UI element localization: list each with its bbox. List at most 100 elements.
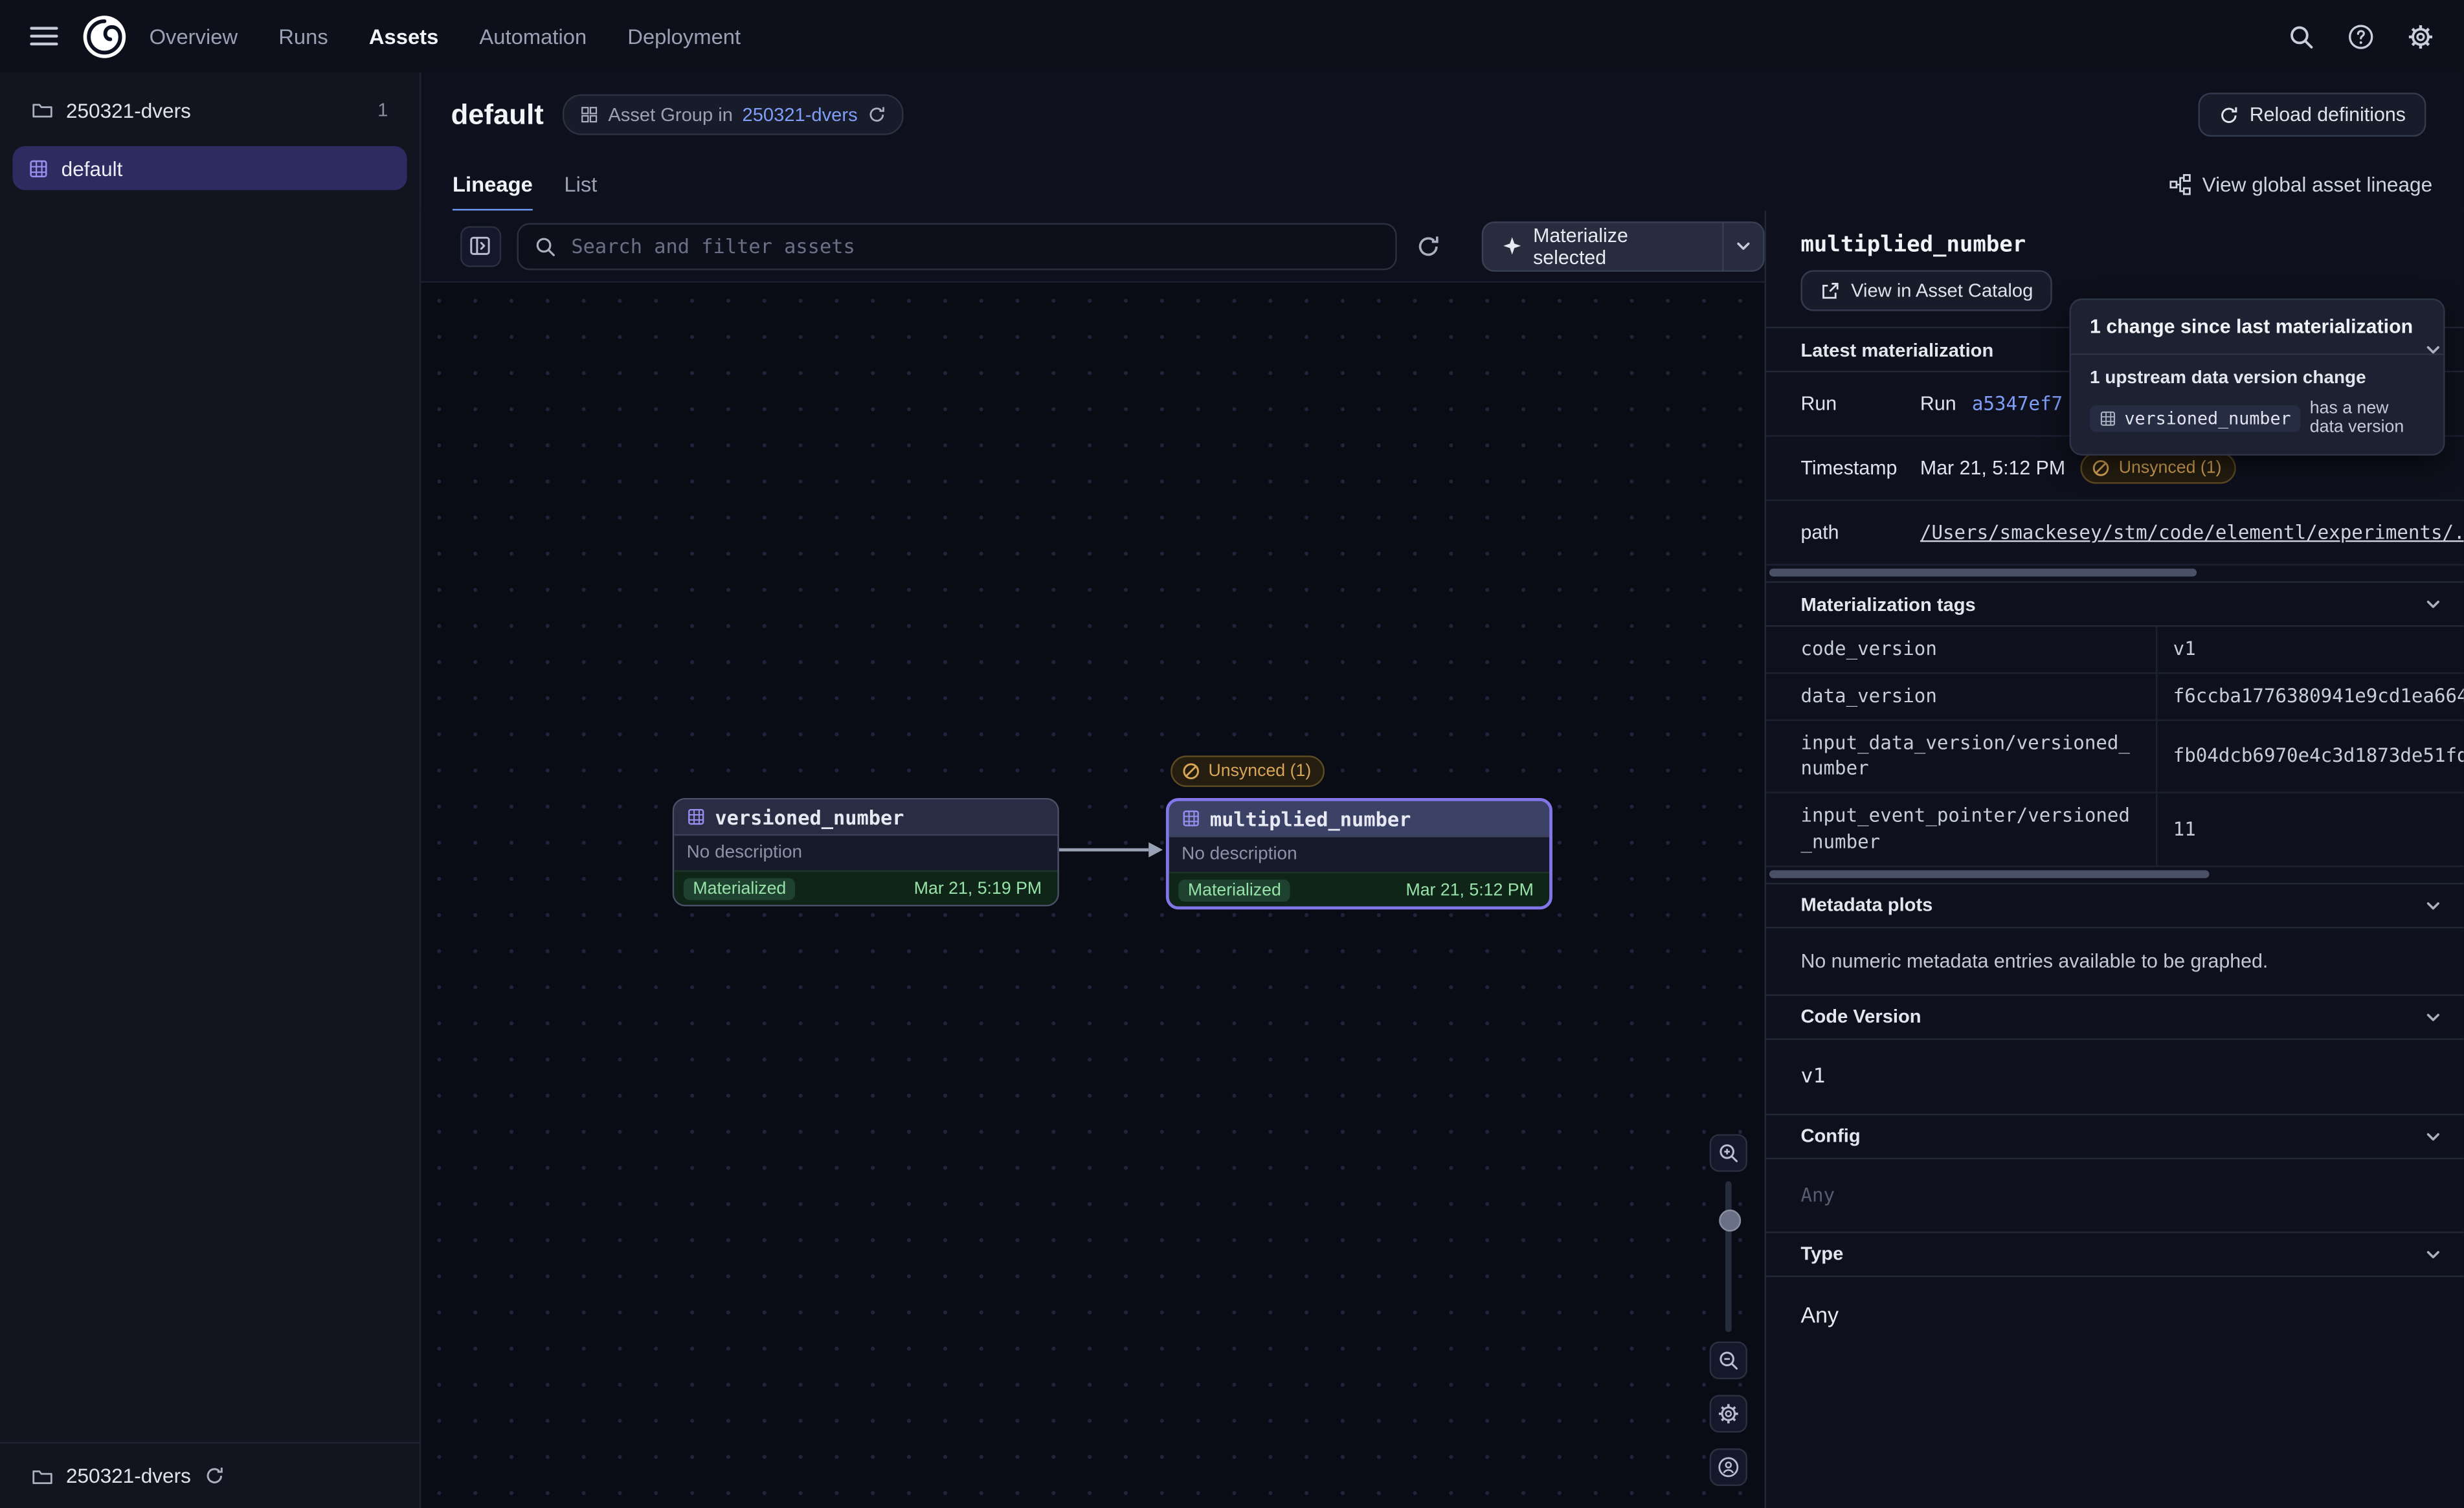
- recenter-button[interactable]: [1710, 1448, 1747, 1486]
- graph-settings-button[interactable]: [1710, 1395, 1747, 1432]
- section-config[interactable]: Config: [1766, 1113, 2464, 1159]
- content-body: Materialize selected: [421, 210, 2463, 1508]
- materialize-dropdown-button[interactable]: [1721, 222, 1763, 269]
- main-content: default Asset Group in 250321-dvers: [421, 72, 2463, 1508]
- materialization-path-link[interactable]: /Users/smackesey/stm/code/elementl/exper…: [1920, 522, 2464, 544]
- materialize-selected-button: Materialize selected: [1482, 221, 1765, 271]
- chevron-down-icon[interactable]: [2425, 1245, 2442, 1263]
- horizontal-scrollbar[interactable]: [1766, 870, 2464, 878]
- folder-icon: [32, 99, 54, 121]
- chevron-down-icon[interactable]: [2425, 1008, 2442, 1026]
- materialization-tags-table: code_version v1 data_version f6ccba17763…: [1766, 626, 2464, 867]
- materialize-icon: [1502, 236, 1522, 256]
- asset-search-input[interactable]: [568, 232, 1380, 259]
- sidebar-item-label: default: [62, 156, 123, 179]
- tab-lineage[interactable]: Lineage: [453, 157, 533, 211]
- chevron-down-icon[interactable]: [2425, 1127, 2442, 1145]
- scrollbar-thumb[interactable]: [1769, 569, 2197, 577]
- section-type[interactable]: Type: [1766, 1231, 2464, 1276]
- sidebar-item-default[interactable]: default: [12, 146, 407, 190]
- sidebar-group-label: 250321-dvers: [66, 98, 191, 122]
- materialized-chip: Materialized: [1178, 879, 1290, 901]
- asset-chip[interactable]: versioned_number: [2090, 405, 2300, 431]
- help-button[interactable]: [2338, 14, 2382, 58]
- folder-icon: [32, 1465, 54, 1487]
- view-tabs: Lineage List View global asset lineage: [421, 157, 2463, 212]
- scrollbar-thumb[interactable]: [1769, 870, 2210, 878]
- zoom-in-button[interactable]: [1710, 1134, 1747, 1171]
- asset-group-badge[interactable]: Asset Group in 250321-dvers: [563, 94, 903, 135]
- section-metadata-plots[interactable]: Metadata plots: [1766, 882, 2464, 927]
- zoom-slider-track: [1725, 1181, 1732, 1332]
- asset-group-badge-link[interactable]: 250321-dvers: [743, 104, 858, 126]
- circle-slash-icon: [2092, 459, 2111, 478]
- popup-subtitle: 1 upstream data version change: [2071, 355, 2443, 396]
- nav-utility-buttons: [2278, 14, 2441, 58]
- tab-list[interactable]: List: [564, 157, 597, 211]
- section-materialization-tags[interactable]: Materialization tags: [1766, 581, 2464, 626]
- dagster-logo-icon[interactable]: [82, 14, 127, 59]
- asset-group-badge-prefix: Asset Group in: [608, 104, 733, 126]
- asset-node-multiplied-number[interactable]: multiplied_number No description Materia…: [1166, 798, 1552, 909]
- popup-change-item: versioned_number has a new data version: [2071, 396, 2443, 454]
- reload-definitions-button[interactable]: Reload definitions: [2198, 93, 2426, 137]
- asset-node-header: multiplied_number: [1169, 801, 1549, 837]
- view-global-asset-lineage-link[interactable]: View global asset lineage: [2167, 157, 2432, 211]
- hamburger-icon: [30, 25, 58, 47]
- asset-node-description: No description: [1169, 837, 1549, 872]
- asset-detail-panel: multiplied_number View in Asset Catalog …: [1765, 210, 2464, 1508]
- tag-value: v1: [2156, 626, 2464, 673]
- chevron-down-icon[interactable]: [2425, 595, 2442, 613]
- gear-icon: [1718, 1403, 1740, 1425]
- type-value: Any: [1800, 1302, 2429, 1327]
- refresh-icon: [2218, 104, 2239, 125]
- horizontal-scrollbar[interactable]: [1766, 569, 2464, 577]
- zoom-slider[interactable]: [1710, 1181, 1747, 1332]
- refresh-icon[interactable]: [867, 105, 886, 124]
- nav-runs[interactable]: Runs: [278, 25, 328, 48]
- external-link-icon: [1820, 280, 1841, 301]
- tag-value: fb04dcb6970e4c3d1873de51fd5a5: [2156, 720, 2464, 793]
- zoom-slider-thumb[interactable]: [1719, 1210, 1741, 1232]
- asset-node-status-row: Materialized Mar 21, 5:19 PM: [674, 870, 1057, 905]
- gear-icon: [2406, 23, 2433, 49]
- section-code-version[interactable]: Code Version: [1766, 994, 2464, 1039]
- zoom-in-icon: [1718, 1142, 1740, 1164]
- global-search-button[interactable]: [2278, 14, 2322, 58]
- refresh-icon[interactable]: [203, 1465, 224, 1486]
- view-in-asset-catalog-button[interactable]: View in Asset Catalog: [1800, 270, 2052, 311]
- latest-path-row: path /Users/smackesey/stm/code/elementl/…: [1766, 501, 2464, 566]
- sidebar-group-count: 1: [377, 99, 388, 121]
- top-navigation: Overview Runs Assets Automation Deployme…: [0, 0, 2464, 72]
- lineage-canvas[interactable]: Unsynced (1) versioned_number: [421, 283, 1764, 1508]
- asset-search-box: [516, 222, 1396, 269]
- run-id-link[interactable]: a5347ef7: [1972, 393, 2063, 415]
- tag-value: f6ccba1776380941e9cd1ea66481d: [2156, 674, 2464, 720]
- settings-button[interactable]: [2398, 14, 2442, 58]
- zoom-controls: [1710, 1134, 1747, 1486]
- chevron-down-icon[interactable]: [2425, 341, 2442, 359]
- sidebar-group-row[interactable]: 250321-dvers 1: [19, 86, 401, 133]
- unsynced-badge[interactable]: Unsynced (1): [1170, 755, 1325, 787]
- chevron-down-icon: [1734, 237, 1752, 254]
- chevron-down-icon[interactable]: [2425, 896, 2442, 914]
- search-icon: [533, 235, 555, 257]
- page-title: default: [451, 98, 544, 131]
- materialization-timestamp: Mar 21, 5:19 PM: [914, 879, 1042, 898]
- help-icon: [2347, 23, 2373, 49]
- asset-node-status-row: Materialized Mar 21, 5:12 PM: [1169, 872, 1549, 906]
- refresh-graph-button[interactable]: [1413, 230, 1444, 262]
- asset-group-icon: [580, 105, 599, 124]
- materialize-selected-main[interactable]: Materialize selected: [1483, 222, 1721, 269]
- sidebar-footer[interactable]: 250321-dvers: [0, 1442, 420, 1508]
- panel-toggle-button[interactable]: [460, 225, 500, 266]
- nav-overview[interactable]: Overview: [150, 25, 238, 48]
- nav-assets[interactable]: Assets: [369, 25, 438, 48]
- asset-node-versioned-number[interactable]: versioned_number No description Material…: [673, 798, 1059, 906]
- nav-automation[interactable]: Automation: [479, 25, 587, 48]
- zoom-out-button[interactable]: [1710, 1342, 1747, 1379]
- hamburger-menu-button[interactable]: [22, 14, 66, 58]
- unsynced-badge[interactable]: Unsynced (1): [2081, 452, 2235, 484]
- asset-icon: [1182, 809, 1200, 828]
- nav-deployment[interactable]: Deployment: [627, 25, 741, 48]
